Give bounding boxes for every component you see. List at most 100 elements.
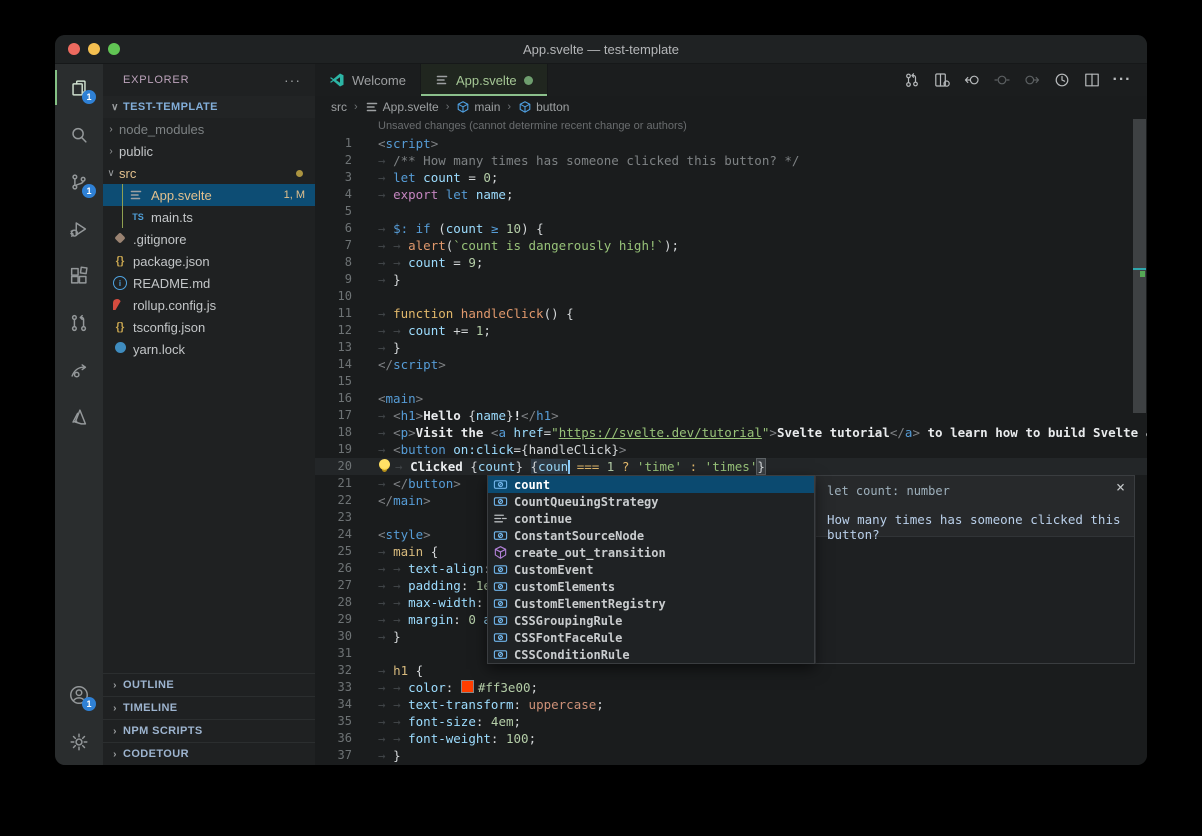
modified-dot: [296, 170, 303, 177]
activity-bar-item-azure[interactable]: [55, 393, 103, 440]
explorer-more-actions-button[interactable]: ···: [284, 72, 301, 88]
breadcrumb-main[interactable]: main: [456, 100, 500, 114]
suggest-item-create_out_transition[interactable]: create_out_transition: [488, 544, 814, 561]
suggest-item-customelementregistry[interactable]: CustomElementRegistry: [488, 595, 814, 612]
line-number: 11: [315, 305, 352, 322]
svelte-file-icon: [365, 100, 379, 114]
breadcrumb-app-svelte[interactable]: App.svelte: [365, 100, 439, 114]
suggest-item-continue[interactable]: continue: [488, 510, 814, 527]
code-line-2[interactable]: 2→ /** How many times has someone clicke…: [315, 152, 1147, 169]
suggest-item-cssgroupingrule[interactable]: CSSGroupingRule: [488, 612, 814, 629]
more-actions-icon[interactable]: ···: [1109, 67, 1135, 93]
code-line-10[interactable]: 10: [315, 288, 1147, 305]
chevron-right-icon: ›: [107, 726, 123, 737]
code-line-13[interactable]: 13→ }: [315, 339, 1147, 356]
tree-item--gitignore[interactable]: .gitignore: [103, 228, 315, 250]
sidebar-title: EXPLORER: [123, 74, 189, 86]
current-change-icon[interactable]: [989, 67, 1015, 93]
activity-bar-item-source-control[interactable]: 1: [55, 158, 103, 205]
split-editor-icon[interactable]: [1079, 67, 1105, 93]
code-line-4[interactable]: 4→ export let name;: [315, 186, 1147, 203]
code-line-18[interactable]: 18→ <p>Visit the <a href="https://svelte…: [315, 424, 1147, 441]
code-line-8[interactable]: 8→ → count = 9;: [315, 254, 1147, 271]
suggest-item-customevent[interactable]: CustomEvent: [488, 561, 814, 578]
chevron-right-icon: ›: [107, 749, 123, 760]
code-line-16[interactable]: 16<main>: [315, 390, 1147, 407]
code-line-35[interactable]: 35→ → font-size: 4em;: [315, 713, 1147, 730]
tree-item-readme-md[interactable]: iREADME.md: [103, 272, 315, 294]
code-line-5[interactable]: 5: [315, 203, 1147, 220]
sidebar-section-npm-scripts[interactable]: ›NPM SCRIPTS: [103, 719, 315, 742]
code-editor[interactable]: Unsaved changes (cannot determine recent…: [315, 118, 1147, 765]
code-line-14[interactable]: 14</script>: [315, 356, 1147, 373]
code-line-19[interactable]: 19→ <button on:click={handleClick}>: [315, 441, 1147, 458]
tree-item-rollup-config-js[interactable]: rollup.config.js: [103, 294, 315, 316]
activity-bar-item-run-debug[interactable]: [55, 205, 103, 252]
code-line-37[interactable]: 37→ }: [315, 747, 1147, 764]
close-icon[interactable]: ×: [1116, 480, 1125, 495]
editor-scrollbar[interactable]: [1133, 119, 1146, 413]
minimize-window-button[interactable]: [88, 43, 100, 55]
sidebar-section-outline[interactable]: ›OUTLINE: [103, 673, 315, 696]
activity-bar-item-settings[interactable]: [55, 718, 103, 765]
code-line-6[interactable]: 6→ $: if (count ≥ 10) {: [315, 220, 1147, 237]
line-number: 36: [315, 730, 352, 747]
tree-item-package-json[interactable]: {}package.json: [103, 250, 315, 272]
symbol-variable-icon: [492, 596, 508, 612]
tree-item-app-svelte[interactable]: App.svelte1, M: [103, 184, 315, 206]
symbol-element-icon: [456, 100, 470, 114]
tree-item-tsconfig-json[interactable]: {}tsconfig.json: [103, 316, 315, 338]
line-number: 22: [315, 492, 352, 509]
code-line-33[interactable]: 33→ → color: #ff3e00;: [315, 679, 1147, 696]
code-line-20[interactable]: 20→ Clicked {count} {coun === 1 ? 'time'…: [315, 458, 1147, 475]
next-change-icon[interactable]: [1019, 67, 1045, 93]
code-line-15[interactable]: 15: [315, 373, 1147, 390]
close-window-button[interactable]: [68, 43, 80, 55]
open-changes-icon[interactable]: [929, 67, 955, 93]
activity-bar-item-github-pull-requests[interactable]: [55, 299, 103, 346]
activity-bar-item-accounts[interactable]: 1: [55, 671, 103, 718]
zoom-window-button[interactable]: [108, 43, 120, 55]
tree-item-src[interactable]: ∨src: [103, 162, 315, 184]
activity-bar-item-live-share[interactable]: [55, 346, 103, 393]
suggest-item-count[interactable]: count: [488, 476, 814, 493]
code-line-11[interactable]: 11→ function handleClick() {: [315, 305, 1147, 322]
activity-bar-item-explorer[interactable]: 1: [55, 64, 103, 111]
code-line-3[interactable]: 3→ let count = 0;: [315, 169, 1147, 186]
tree-item-main-ts[interactable]: TSmain.ts: [103, 206, 315, 228]
code-line-7[interactable]: 7→ → alert(`count is dangerously high!`)…: [315, 237, 1147, 254]
code-line-9[interactable]: 9→ }: [315, 271, 1147, 288]
explorer-sidebar: EXPLORER ··· ∨ TEST-TEMPLATE ›node_modul…: [103, 64, 315, 765]
code-line-32[interactable]: 32→ h1 {: [315, 662, 1147, 679]
breadcrumb-src[interactable]: src: [331, 100, 347, 114]
activity-bar-item-search[interactable]: [55, 111, 103, 158]
tree-item-node-modules[interactable]: ›node_modules: [103, 118, 315, 140]
suggest-item-customelements[interactable]: customElements: [488, 578, 814, 595]
line-number: 18: [315, 424, 352, 441]
code-line-12[interactable]: 12→ → count += 1;: [315, 322, 1147, 339]
activity-bar-item-extensions[interactable]: [55, 252, 103, 299]
breadcrumb-button[interactable]: button: [518, 100, 569, 114]
previous-change-icon[interactable]: [959, 67, 985, 93]
modified-dot-icon[interactable]: [524, 76, 533, 85]
sidebar-section-timeline[interactable]: ›TIMELINE: [103, 696, 315, 719]
code-line-34[interactable]: 34→ → text-transform: uppercase;: [315, 696, 1147, 713]
tab-app-svelte[interactable]: App.svelte: [421, 64, 548, 96]
file-name: tsconfig.json: [133, 320, 205, 335]
code-line-1[interactable]: 1<script>: [315, 135, 1147, 152]
tab-welcome[interactable]: Welcome: [315, 64, 421, 96]
sidebar-section-codetour[interactable]: ›CODETOUR: [103, 742, 315, 765]
line-number: 35: [315, 713, 352, 730]
tree-item-public[interactable]: ›public: [103, 140, 315, 162]
suggest-item-countqueuingstrategy[interactable]: CountQueuingStrategy: [488, 493, 814, 510]
line-number: 25: [315, 543, 352, 560]
tree-item-yarn-lock[interactable]: yarn.lock: [103, 338, 315, 360]
suggest-item-constantsourcenode[interactable]: ConstantSourceNode: [488, 527, 814, 544]
code-line-36[interactable]: 36→ → font-weight: 100;: [315, 730, 1147, 747]
code-line-17[interactable]: 17→ <h1>Hello {name}!</h1>: [315, 407, 1147, 424]
timeline-clock-icon[interactable]: [1049, 67, 1075, 93]
suggest-item-cssconditionrule[interactable]: CSSConditionRule: [488, 646, 814, 663]
git-compare-icon[interactable]: [899, 67, 925, 93]
project-section-header[interactable]: ∨ TEST-TEMPLATE: [103, 96, 315, 118]
suggest-item-cssfontfacerule[interactable]: CSSFontFaceRule: [488, 629, 814, 646]
